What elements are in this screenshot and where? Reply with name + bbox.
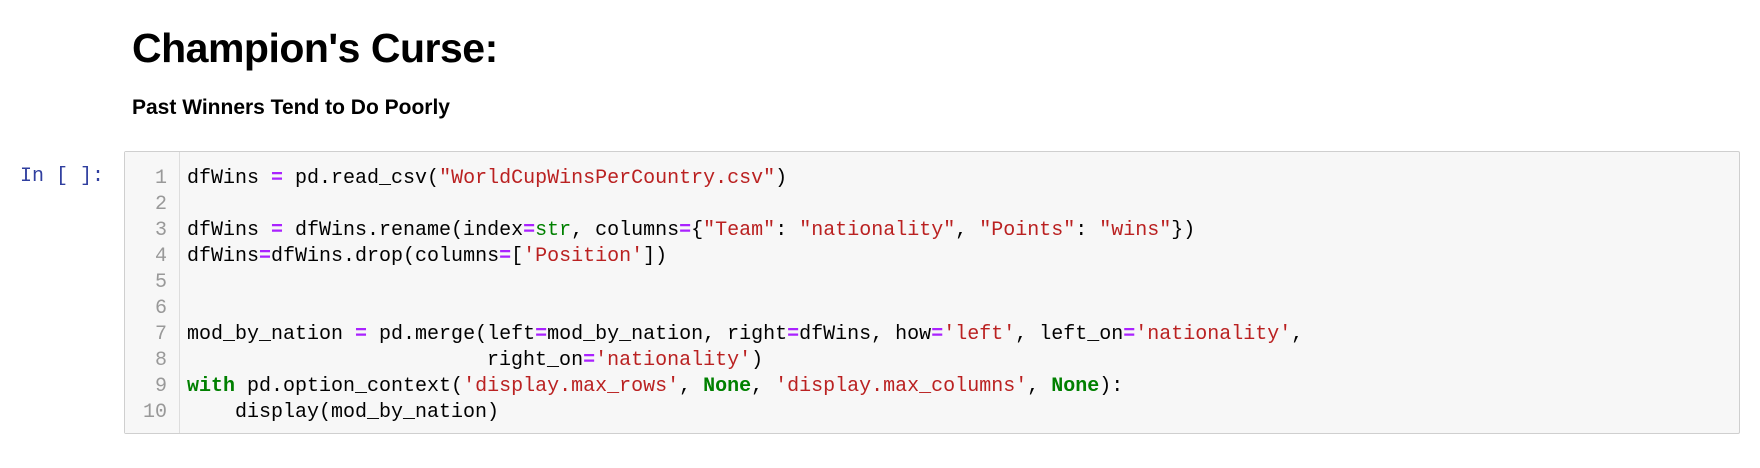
notebook-subheading: Past Winners Tend to Do Poorly	[132, 96, 450, 119]
code-cell-editor[interactable]: 1 dfWins = pd.read_csv("WorldCupWinsPerCo…	[124, 151, 1740, 434]
line-number: 6	[154, 297, 167, 320]
code-token: "wins"	[1099, 219, 1172, 242]
line-number: 8	[154, 349, 167, 372]
code-text[interactable]	[167, 296, 187, 322]
code-token: )	[751, 349, 764, 372]
code-token: =	[499, 245, 512, 268]
code-token: dfWins	[187, 219, 272, 242]
code-token: =	[787, 323, 800, 346]
line-number: 4	[154, 245, 167, 268]
line-number: 9	[154, 375, 167, 398]
code-text[interactable]	[167, 270, 187, 296]
code-token: [	[511, 245, 524, 268]
code-token: ])	[643, 245, 668, 268]
notebook-heading: Champion's Curse:	[132, 25, 498, 71]
code-token: "WorldCupWinsPerCountry.csv"	[439, 167, 776, 190]
code-token: "Points"	[979, 219, 1076, 242]
code-line[interactable]: 10 display(mod_by_nation)	[125, 400, 1739, 426]
code-token: , columns	[571, 219, 680, 242]
code-token: "Team"	[703, 219, 776, 242]
code-line[interactable]: 3 dfWins = dfWins.rename(index=str, colum…	[125, 218, 1739, 244]
code-text[interactable]: display(mod_by_nation)	[167, 400, 499, 426]
code-line[interactable]: 8 right_on='nationality')	[125, 348, 1739, 374]
code-token: {	[691, 219, 704, 242]
code-token: pd.merge(left	[367, 323, 536, 346]
code-line[interactable]: 7 mod_by_nation = pd.merge(left=mod_by_na…	[125, 322, 1739, 348]
code-token: =	[535, 323, 548, 346]
code-token: })	[1171, 219, 1196, 242]
code-token: None	[703, 375, 752, 398]
code-token: :	[775, 219, 800, 242]
line-number: 5	[154, 271, 167, 294]
code-token: 'nationality'	[1135, 323, 1292, 346]
code-token: =	[271, 219, 284, 242]
code-token: 'left'	[943, 323, 1016, 346]
code-token: =	[259, 245, 272, 268]
code-token: right_on	[187, 349, 584, 372]
code-token: ,	[1027, 375, 1052, 398]
code-line[interactable]: 1 dfWins = pd.read_csv("WorldCupWinsPerCo…	[125, 166, 1739, 192]
code-lines[interactable]: 1 dfWins = pd.read_csv("WorldCupWinsPerCo…	[125, 166, 1739, 426]
code-token: display(mod_by_nation)	[187, 401, 500, 424]
code-token: dfWins	[187, 245, 260, 268]
code-token: dfWins.drop(columns	[271, 245, 500, 268]
code-line[interactable]: 4 dfWins=dfWins.drop(columns=['Position']…	[125, 244, 1739, 270]
code-token: dfWins	[187, 167, 272, 190]
code-token: 'Position'	[523, 245, 644, 268]
code-token: str	[535, 219, 572, 242]
code-token: , left_on	[1015, 323, 1124, 346]
code-token: ,	[751, 375, 776, 398]
code-text[interactable]: with pd.option_context('display.max_rows…	[167, 374, 1123, 400]
code-token: )	[775, 167, 788, 190]
code-token: pd.option_context(	[235, 375, 464, 398]
code-token: ,	[679, 375, 704, 398]
code-text[interactable]: dfWins=dfWins.drop(columns=['Position'])	[167, 244, 667, 270]
code-text[interactable]	[167, 192, 187, 218]
markdown-cell[interactable]: Champion's Curse: Past Winners Tend to D…	[132, 18, 498, 122]
line-number: 10	[142, 401, 167, 424]
code-token: =	[679, 219, 692, 242]
code-line[interactable]: 2	[125, 192, 1739, 218]
code-token: :	[1075, 219, 1100, 242]
code-token: =	[1123, 323, 1136, 346]
code-token: ,	[955, 219, 980, 242]
code-token: =	[583, 349, 596, 372]
code-token: =	[523, 219, 536, 242]
input-prompt: In [ ]:	[20, 165, 105, 188]
code-text[interactable]: dfWins = dfWins.rename(index=str, column…	[167, 218, 1195, 244]
code-text[interactable]: dfWins = pd.read_csv("WorldCupWinsPerCou…	[167, 166, 787, 192]
code-token: ):	[1099, 375, 1124, 398]
code-token: 'display.max_rows'	[463, 375, 680, 398]
line-number: 3	[154, 219, 167, 242]
line-number: 7	[154, 323, 167, 346]
code-token: 'nationality'	[595, 349, 752, 372]
code-token: =	[355, 323, 368, 346]
code-token: 'display.max_columns'	[775, 375, 1028, 398]
code-token: None	[1051, 375, 1100, 398]
code-text[interactable]: mod_by_nation = pd.merge(left=mod_by_nat…	[167, 322, 1303, 348]
code-token: mod_by_nation	[187, 323, 356, 346]
code-token: ,	[1291, 323, 1304, 346]
code-token: =	[271, 167, 284, 190]
code-line[interactable]: 9 with pd.option_context('display.max_row…	[125, 374, 1739, 400]
code-token: dfWins, how	[799, 323, 932, 346]
code-token: =	[931, 323, 944, 346]
code-line[interactable]: 5	[125, 270, 1739, 296]
code-token: with	[187, 375, 236, 398]
code-text[interactable]: right_on='nationality')	[167, 348, 763, 374]
code-token: mod_by_nation, right	[547, 323, 788, 346]
line-number: 2	[154, 193, 167, 216]
code-token: "nationality"	[799, 219, 956, 242]
line-number: 1	[154, 167, 167, 190]
code-token: dfWins.rename(index	[283, 219, 524, 242]
code-token: pd.read_csv(	[283, 167, 440, 190]
code-line[interactable]: 6	[125, 296, 1739, 322]
